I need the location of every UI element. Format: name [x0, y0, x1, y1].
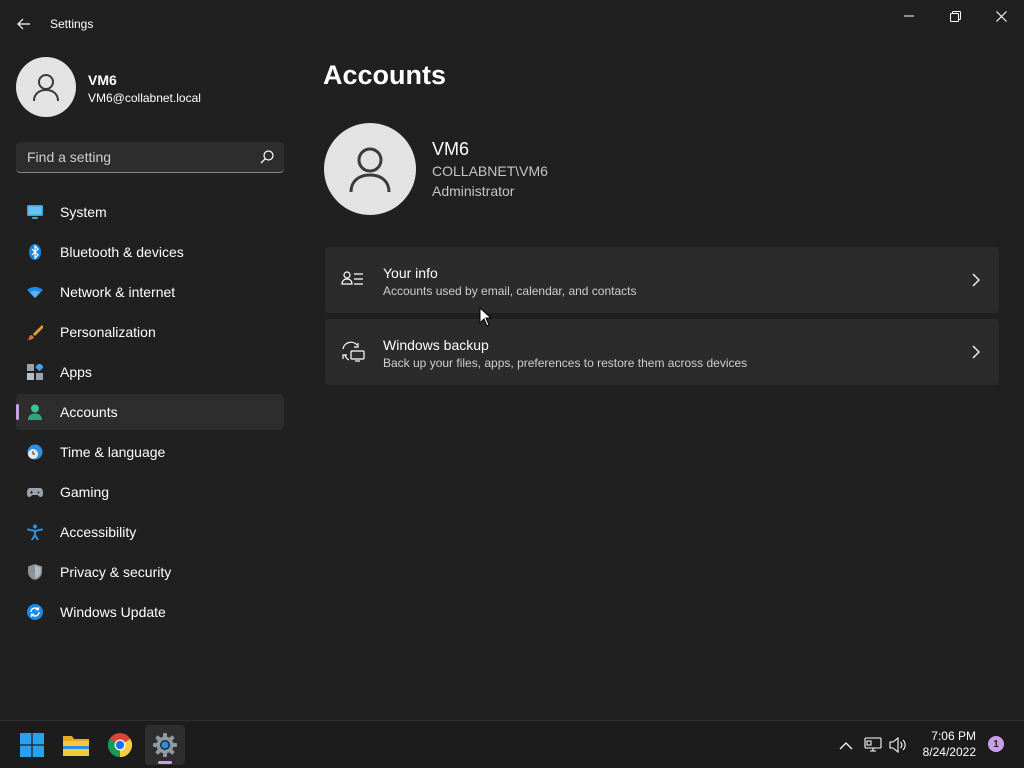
sidebar-item-label: Accounts [60, 404, 118, 420]
bluetooth-icon [29, 244, 41, 260]
sidebar-item-network[interactable]: Network & internet [16, 274, 284, 310]
card-title: Windows backup [383, 337, 489, 353]
profile-email: VM6@collabnet.local [88, 91, 201, 105]
ethernet-icon [864, 737, 882, 752]
windows-backup-card[interactable]: Windows backup Back up your files, apps,… [325, 319, 999, 385]
sidebar-item-gaming[interactable]: Gaming [16, 474, 284, 510]
speaker-icon [889, 737, 906, 753]
profile-name: VM6 [88, 72, 117, 88]
sidebar-item-bluetooth[interactable]: Bluetooth & devices [16, 234, 284, 270]
back-button[interactable] [10, 10, 38, 38]
chevron-up-icon [839, 741, 853, 749]
person-icon [28, 404, 42, 420]
account-avatar[interactable] [324, 123, 416, 215]
settings-window: Settings VM6 VM6@collabnet.local Find a … [0, 0, 1024, 720]
sidebar-nav: System Bluetooth & devices Network & int… [16, 194, 284, 634]
account-role: Administrator [432, 183, 515, 199]
chevron-right-icon [972, 273, 980, 287]
sidebar-item-apps[interactable]: Apps [16, 354, 284, 390]
sidebar-item-personalization[interactable]: Personalization [16, 314, 284, 350]
chrome-icon [108, 733, 132, 757]
sidebar-item-accounts[interactable]: Accounts [16, 394, 284, 430]
mouse-cursor-icon [479, 307, 493, 327]
search-box[interactable] [16, 142, 284, 173]
clock-time[interactable]: 7:06 PM [920, 729, 976, 743]
display-icon [27, 205, 43, 219]
your-info-card[interactable]: Your info Accounts used by email, calend… [325, 247, 999, 313]
search-icon[interactable] [260, 150, 274, 164]
sidebar-item-label: Windows Update [60, 604, 166, 620]
sidebar-item-privacy-security[interactable]: Privacy & security [16, 554, 284, 590]
sidebar-item-label: Time & language [60, 444, 166, 460]
file-explorer-button[interactable] [56, 725, 96, 765]
sidebar-item-label: Privacy & security [60, 564, 172, 580]
close-button[interactable] [978, 0, 1024, 32]
sidebar-item-windows-update[interactable]: Windows Update [16, 594, 284, 630]
person-icon [33, 74, 59, 102]
sidebar-item-label: Gaming [60, 484, 110, 500]
page-title: Accounts [323, 60, 447, 90]
account-name: VM6 [432, 139, 470, 159]
apps-icon [27, 364, 43, 380]
backup-icon [342, 341, 365, 362]
sidebar-item-label: Network & internet [60, 284, 176, 300]
restore-button[interactable] [932, 0, 978, 32]
notification-badge[interactable]: 1 [988, 736, 1004, 752]
search-input[interactable] [16, 142, 256, 172]
accessibility-icon [27, 524, 43, 540]
minimize-button[interactable] [886, 0, 932, 32]
close-icon [995, 10, 1007, 22]
settings-icon [153, 733, 177, 757]
update-icon [27, 604, 43, 620]
show-hidden-icons-button[interactable] [837, 737, 855, 753]
title-bar: Settings [0, 0, 1024, 48]
chevron-right-icon [972, 345, 980, 359]
card-subtitle: Back up your files, apps, preferences to… [383, 356, 748, 370]
shield-icon [28, 564, 42, 580]
gamepad-icon [27, 488, 43, 497]
account-domain: COLLABNET\VM6 [432, 163, 548, 179]
clock-date[interactable]: 8/24/2022 [910, 745, 976, 759]
person-icon [349, 147, 391, 193]
wifi-icon [27, 287, 43, 298]
profile-avatar[interactable] [16, 57, 76, 117]
sidebar-item-system[interactable]: System [16, 194, 284, 230]
start-icon [20, 733, 44, 757]
sidebar-item-label: Bluetooth & devices [60, 244, 184, 260]
sidebar-item-label: System [60, 204, 107, 220]
contact-card-icon [341, 271, 363, 285]
card-title: Your info [383, 265, 438, 281]
start-button[interactable] [12, 725, 52, 765]
arrow-left-icon [17, 18, 30, 30]
sidebar-item-time-language[interactable]: Time & language [16, 434, 284, 470]
volume-tray-button[interactable] [889, 737, 907, 753]
file-explorer-icon [63, 736, 89, 756]
chrome-button[interactable] [100, 725, 140, 765]
app-title: Settings [50, 17, 94, 31]
sidebar-item-label: Apps [60, 364, 92, 380]
brush-icon [27, 325, 43, 340]
sidebar-item-label: Accessibility [60, 524, 137, 540]
settings-taskbar-button[interactable] [145, 725, 185, 765]
sidebar-item-accessibility[interactable]: Accessibility [16, 514, 284, 550]
network-tray-button[interactable] [864, 737, 882, 753]
globe-clock-icon [27, 444, 43, 460]
card-subtitle: Accounts used by email, calendar, and co… [383, 284, 637, 298]
restore-icon [949, 10, 961, 22]
minimize-icon [904, 15, 914, 17]
taskbar [0, 720, 1024, 768]
sidebar-item-label: Personalization [60, 324, 156, 340]
